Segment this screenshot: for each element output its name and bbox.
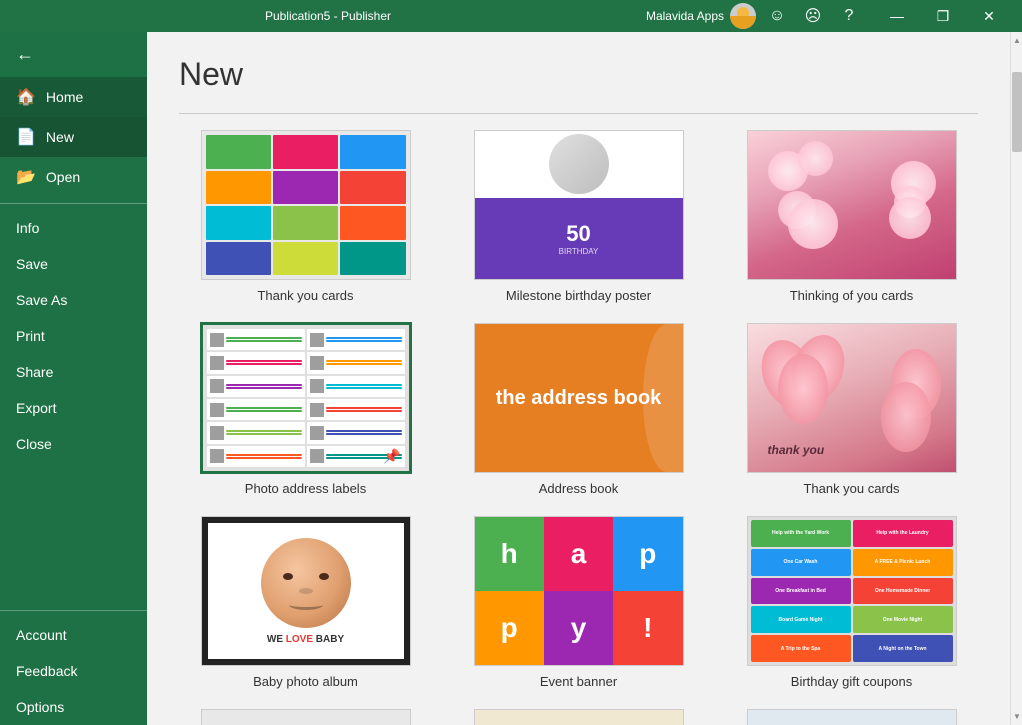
template-thumb-bottom1 [201,709,411,725]
template-label-milestone: Milestone birthday poster [506,288,651,303]
sidebar-item-open[interactable]: 📂 Open [0,157,147,197]
titlebar: Publication5 - Publisher Malavida Apps ☺… [0,0,1022,32]
window-controls: — ❐ ✕ [874,0,1012,32]
template-label-thankyou2: Thank you cards [803,481,899,496]
sad-icon[interactable]: ☹ [798,1,828,31]
template-address-book[interactable]: the address book Address book [452,323,705,496]
template-thumb-photo-labels: Photo address labels 📌 [201,323,411,473]
sidebar-label-home: Home [46,89,83,105]
template-label-event-banner: Event banner [540,674,617,689]
sidebar-label-save-as: Save As [16,292,67,308]
template-photo-labels[interactable]: Photo address labels 📌 Photo address lab… [179,323,432,496]
template-thank-you-2[interactable]: thank you Thank you cards [725,323,978,496]
template-thinking[interactable]: Thinking of you cards [725,130,978,303]
sidebar-item-share[interactable]: Share [0,354,147,390]
content-area: New Thank you cards [147,32,1010,725]
section-divider [179,113,978,114]
titlebar-title: Publication5 - Publisher [10,9,646,23]
open-icon: 📂 [16,167,36,187]
scrollbar-down-arrow[interactable]: ▼ [1011,708,1022,725]
sidebar-item-account[interactable]: Account [0,617,147,653]
pin-icon: 📌 [383,448,400,465]
template-thumb-bottom2 [474,709,684,725]
template-label-thinking: Thinking of you cards [790,288,914,303]
sidebar-label-share: Share [16,364,53,380]
new-icon: 📄 [16,127,36,147]
avatar [730,3,756,29]
sidebar-label-account: Account [16,627,67,643]
sidebar-label-new: New [46,129,74,145]
sidebar-item-print[interactable]: Print [0,318,147,354]
main-layout: ← 🏠 Home 📄 New 📂 Open Info Save Save As … [0,32,1022,725]
template-thumb-thankyou2: thank you [747,323,957,473]
template-label-birthday-coupons: Birthday gift coupons [791,674,912,689]
template-thumb-thinking [747,130,957,280]
template-thumb-baby: WE LOVE BABY [201,516,411,666]
maximize-button[interactable]: ❐ [920,0,966,32]
template-label-address-book: Address book [539,481,619,496]
template-thumb-address-book: the address book [474,323,684,473]
template-event-banner[interactable]: h a p p y ! Event banner [452,516,705,689]
template-bottom-3[interactable] [725,709,978,725]
sidebar-label-print: Print [16,328,45,344]
sidebar-label-save: Save [16,256,48,272]
templates-grid: Thank you cards 50 BIRTHDAY Milesto [179,130,978,689]
sidebar-bottom: Account Feedback Options [0,610,147,725]
template-thank-you-cards-1[interactable]: Thank you cards [179,130,432,303]
sidebar-label-info: Info [16,220,39,236]
template-bottom-1[interactable] [179,709,432,725]
template-label-thankyou1: Thank you cards [257,288,353,303]
sidebar-item-info[interactable]: Info [0,210,147,246]
template-thumb-event-banner: h a p p y ! [474,516,684,666]
titlebar-user-area: Malavida Apps ☺ ☹ ? [646,1,864,31]
sidebar-item-save[interactable]: Save [0,246,147,282]
sidebar-label-export: Export [16,400,56,416]
bottom-templates-grid [179,709,978,725]
scrollbar-thumb[interactable] [1012,72,1022,152]
sidebar-item-home[interactable]: 🏠 Home [0,77,147,117]
template-thumb-milestone: 50 BIRTHDAY [474,130,684,280]
sidebar-item-export[interactable]: Export [0,390,147,426]
template-thumb-bottom3 [747,709,957,725]
template-milestone[interactable]: 50 BIRTHDAY Milestone birthday poster [452,130,705,303]
minimize-button[interactable]: — [874,0,920,32]
sidebar-item-options[interactable]: Options [0,689,147,725]
home-icon: 🏠 [16,87,36,107]
scrollbar-up-arrow[interactable]: ▲ [1011,32,1022,49]
template-bottom-2[interactable] [452,709,705,725]
sidebar-label-options: Options [16,699,64,715]
sidebar-label-open: Open [46,169,80,185]
sidebar-item-feedback[interactable]: Feedback [0,653,147,689]
template-label-baby: Baby photo album [253,674,358,689]
template-thumb-birthday-coupons: Help with the Yard Work Help with the La… [747,516,957,666]
template-baby-photo-album[interactable]: WE LOVE BABY Baby photo album [179,516,432,689]
template-label-photo-labels: Photo address labels [245,481,366,496]
help-icon[interactable]: ? [834,1,864,31]
page-title: New [179,56,978,93]
sidebar-label-close: Close [16,436,52,452]
sidebar-item-new[interactable]: 📄 New [0,117,147,157]
template-thumb-thankyou1 [201,130,411,280]
sidebar-item-save-as[interactable]: Save As [0,282,147,318]
emoji-icon[interactable]: ☺ [762,1,792,31]
sidebar-back-button[interactable]: ← [0,32,147,77]
sidebar-label-feedback: Feedback [16,663,77,679]
sidebar: ← 🏠 Home 📄 New 📂 Open Info Save Save As … [0,32,147,725]
close-button[interactable]: ✕ [966,0,1012,32]
sidebar-item-close[interactable]: Close [0,426,147,462]
back-arrow-icon: ← [16,44,34,65]
user-name: Malavida Apps [646,9,724,23]
scrollbar[interactable]: ▲ ▼ [1010,32,1022,725]
template-birthday-coupons[interactable]: Help with the Yard Work Help with the La… [725,516,978,689]
baby-text: WE LOVE BABY [267,634,344,645]
